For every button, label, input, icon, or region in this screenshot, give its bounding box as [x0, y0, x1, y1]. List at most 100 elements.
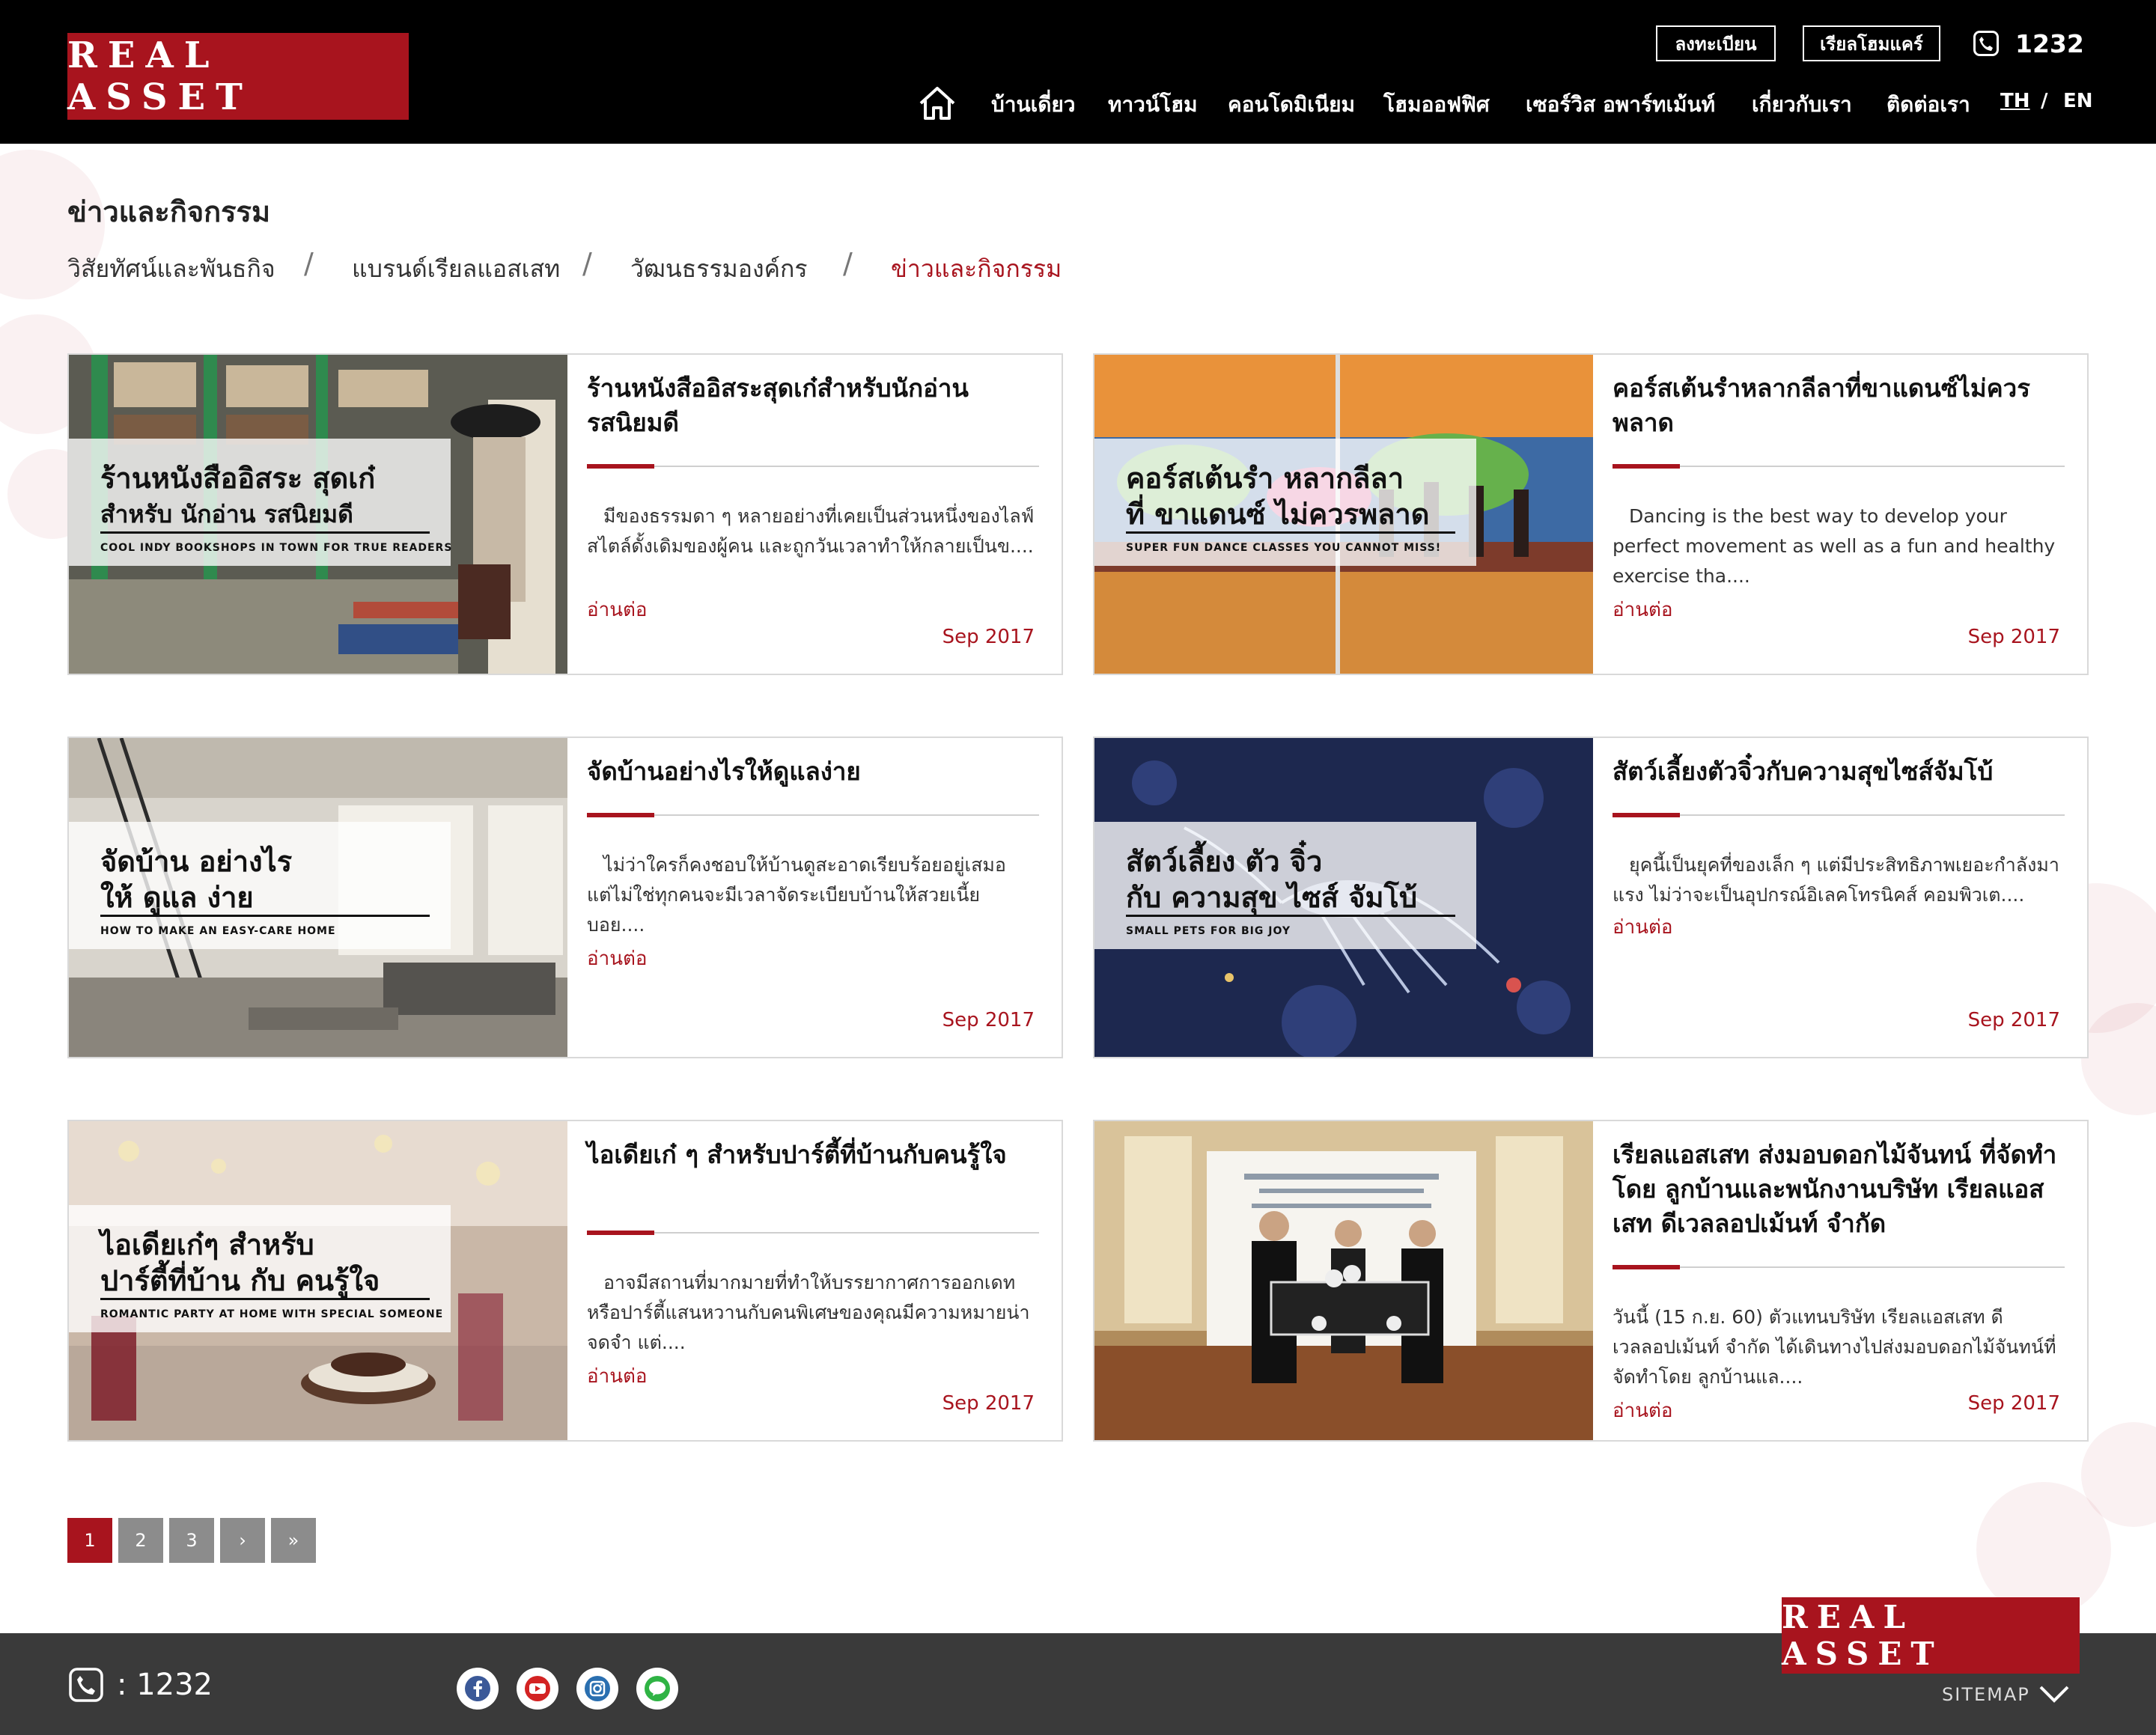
page-3-button[interactable]: 3	[169, 1518, 214, 1563]
article-date: Sep 2017	[1967, 1009, 2060, 1031]
nav-townhome[interactable]: ทาวน์โฮม	[1108, 88, 1198, 121]
image-caption-overlay: คอร์สเต้นรำ หลากลีลา ที่ ขาแดนซ์ ไม่ควรพ…	[1094, 439, 1476, 566]
article-image-home[interactable]: จัดบ้าน อย่างไร ให้ ดูแล ง่าย HOW TO MAK…	[69, 738, 567, 1057]
page-2-button[interactable]: 2	[118, 1518, 163, 1563]
home-icon[interactable]	[918, 85, 957, 121]
phone-icon	[1973, 31, 1999, 56]
article-excerpt: ไม่ว่าใครก็คงชอบให้บ้านดูสะอาดเรียบร้อยอ…	[587, 854, 1006, 936]
instagram-icon[interactable]	[576, 1668, 618, 1710]
image-caption-overlay: ร้านหนังสืออิสระ สุดเก๋ สำหรับ นักอ่าน ร…	[69, 439, 451, 566]
article-title[interactable]: เรียลแอสเสท ส่งมอบดอกไม้จันทน์ ที่จัดทำโ…	[1613, 1138, 2062, 1241]
phone-icon	[69, 1668, 103, 1702]
caption-line: ที่ ขาแดนซ์ ไม่ควรพลาด	[1126, 498, 1430, 531]
caption-divider	[1126, 531, 1455, 534]
article-image-pets[interactable]: สัตว์เลี้ยง ตัว จิ๋ว กับ ความสุข ไซส์ จั…	[1094, 738, 1593, 1057]
article-card[interactable]: จัดบ้าน อย่างไร ให้ ดูแล ง่าย HOW TO MAK…	[67, 737, 1063, 1058]
title-divider	[587, 464, 1039, 469]
title-divider	[1613, 813, 2065, 817]
lang-th[interactable]: TH	[2000, 90, 2030, 112]
nav-single-house[interactable]: บ้านเดี่ยว	[991, 88, 1076, 121]
article-date: Sep 2017	[942, 1009, 1035, 1031]
lang-separator: /	[2041, 90, 2048, 112]
nav-contact-us[interactable]: ติดต่อเรา	[1886, 88, 1970, 121]
image-caption-overlay: สัตว์เลี้ยง ตัว จิ๋ว กับ ความสุข ไซส์ จั…	[1094, 822, 1476, 949]
article-excerpt: มีของธรรมดา ๆ หลายอย่างที่เคยเป็นส่วนหนึ…	[587, 505, 1035, 557]
caption-line: ให้ ดูแล ง่าย	[100, 881, 254, 914]
title-divider	[1613, 1265, 2065, 1269]
article-title[interactable]: ไอเดียเก๋ ๆ สำหรับปาร์ตี้ที่บ้านกับคนรู้…	[587, 1138, 1036, 1172]
next-page-button[interactable]: ›	[220, 1518, 265, 1563]
image-caption-overlay: ไอเดียเก๋ๆ สำหรับ ปาร์ตี้ที่บ้าน กับ คนร…	[69, 1205, 451, 1332]
article-excerpt: วันนี้ (15 ก.ย. 60) ตัวแทนบริษัท เรียลแอ…	[1613, 1306, 2056, 1388]
caption-subtitle: COOL INDY BOOKSHOPS IN TOWN FOR TRUE REA…	[100, 542, 453, 554]
caption-line: สำหรับ นักอ่าน รสนิยมดี	[100, 500, 353, 528]
sitemap-link[interactable]: SITEMAP	[1942, 1684, 2030, 1705]
article-date: Sep 2017	[942, 1392, 1035, 1415]
nav-service-apartment[interactable]: เซอร์วิส อพาร์ทเม้นท์	[1526, 88, 1715, 121]
footer-phone[interactable]: : 1232	[69, 1668, 213, 1702]
nav-home-office[interactable]: โฮมออฟฟิศ	[1383, 88, 1490, 121]
article-title[interactable]: ร้านหนังสืออิสระสุดเก๋สำหรับนักอ่านรสนิย…	[587, 371, 1036, 440]
article-card[interactable]: สัตว์เลี้ยง ตัว จิ๋ว กับ ความสุข ไซส์ จั…	[1093, 737, 2089, 1058]
breadcrumb-culture[interactable]: วัฒนธรรมองค์กร	[630, 250, 808, 288]
caption-line: ปาร์ตี้ที่บ้าน กับ คนรู้ใจ	[100, 1264, 380, 1297]
article-image-dance[interactable]: คอร์สเต้นรำ หลากลีลา ที่ ขาแดนซ์ ไม่ควรพ…	[1094, 355, 1593, 674]
caption-divider	[1126, 915, 1455, 917]
article-card[interactable]: เรียลแอสเสท ส่งมอบดอกไม้จันทน์ ที่จัดทำโ…	[1093, 1120, 2089, 1442]
breadcrumb-separator: /	[304, 247, 314, 280]
article-image-bookshop[interactable]: ร้านหนังสืออิสระ สุดเก๋ สำหรับ นักอ่าน ร…	[69, 355, 567, 674]
header-phone[interactable]: 1232	[1973, 25, 2084, 61]
register-button[interactable]: ลงทะเบียน	[1656, 25, 1776, 61]
facebook-icon[interactable]	[457, 1668, 499, 1710]
title-divider	[587, 813, 1039, 817]
breadcrumb-separator: /	[582, 247, 592, 280]
article-date: Sep 2017	[1967, 626, 2060, 648]
article-card[interactable]: คอร์สเต้นรำ หลากลีลา ที่ ขาแดนซ์ ไม่ควรพ…	[1093, 353, 2089, 675]
article-card[interactable]: ร้านหนังสืออิสระ สุดเก๋ สำหรับ นักอ่าน ร…	[67, 353, 1063, 675]
breadcrumb-vision[interactable]: วิสัยทัศน์และพันธกิจ	[67, 250, 275, 288]
breadcrumb-news[interactable]: ข่าวและกิจกรรม	[891, 250, 1062, 288]
nav-about-us[interactable]: เกี่ยวกับเรา	[1752, 88, 1852, 121]
article-excerpt: ยุคนี้เป็นยุคที่ของเล็ก ๆ แต่มีประสิทธิภ…	[1613, 854, 2059, 906]
footer-logo[interactable]: REAL ASSET	[1782, 1597, 2080, 1674]
caption-line: ร้านหนังสืออิสระ สุดเก๋	[100, 462, 376, 495]
article-title[interactable]: สัตว์เลี้ยงตัวจิ๋วกับความสุขไซส์จัมโบ้	[1613, 754, 2062, 789]
line-icon[interactable]	[636, 1668, 678, 1710]
read-more-link[interactable]: อ่านต่อ	[587, 943, 648, 974]
read-more-link[interactable]: อ่านต่อ	[1613, 912, 1673, 942]
breadcrumb-brand[interactable]: แบรนด์เรียลแอสเสท	[352, 250, 560, 288]
read-more-link[interactable]: อ่านต่อ	[587, 1361, 648, 1391]
article-excerpt: Dancing is the best way to develop your …	[1613, 505, 2056, 587]
page-title: ข่าวและกิจกรรม	[67, 195, 270, 228]
article-excerpt: อาจมีสถานที่มากมายที่ทำให้บรรยากาศการออก…	[587, 1272, 1030, 1353]
caption-divider	[100, 531, 430, 534]
article-date: Sep 2017	[942, 626, 1035, 648]
article-title[interactable]: คอร์สเต้นรำหลากลีลาที่ขาแดนซ์ไม่ควรพลาด	[1613, 371, 2062, 440]
article-image-party[interactable]: ไอเดียเก๋ๆ สำหรับ ปาร์ตี้ที่บ้าน กับ คนร…	[69, 1121, 567, 1440]
last-page-button[interactable]: »	[271, 1518, 316, 1563]
caption-subtitle: HOW TO MAKE AN EASY-CARE HOME	[100, 925, 336, 937]
caption-divider	[100, 1298, 430, 1300]
homecare-button[interactable]: เรียลโฮมแคร์	[1803, 25, 1940, 61]
caption-divider	[100, 915, 430, 917]
read-more-link[interactable]: อ่านต่อ	[1613, 1395, 1673, 1426]
image-caption-overlay: จัดบ้าน อย่างไร ให้ ดูแล ง่าย HOW TO MAK…	[69, 822, 451, 949]
logo[interactable]: REAL ASSET	[67, 33, 409, 120]
nav-condominium[interactable]: คอนโดมิเนียม	[1228, 88, 1355, 121]
article-card[interactable]: ไอเดียเก๋ๆ สำหรับ ปาร์ตี้ที่บ้าน กับ คนร…	[67, 1120, 1063, 1442]
lang-en[interactable]: EN	[2063, 90, 2093, 112]
caption-line: กับ ความสุข ไซส์ จัมโบ้	[1126, 881, 1418, 914]
caption-subtitle: SMALL PETS FOR BIG JOY	[1126, 925, 1291, 937]
footer-phone-number: : 1232	[117, 1668, 213, 1702]
title-divider	[1613, 464, 2065, 469]
page-1-button[interactable]: 1	[67, 1518, 112, 1563]
breadcrumb-separator: /	[843, 247, 853, 280]
caption-subtitle: ROMANTIC PARTY AT HOME WITH SPECIAL SOME…	[100, 1308, 444, 1320]
read-more-link[interactable]: อ่านต่อ	[1613, 594, 1673, 625]
article-title[interactable]: จัดบ้านอย่างไรให้ดูแลง่าย	[587, 754, 1036, 789]
caption-subtitle: SUPER FUN DANCE CLASSES YOU CANNOT MISS!	[1126, 542, 1442, 554]
read-more-link[interactable]: อ่านต่อ	[587, 594, 648, 625]
youtube-icon[interactable]	[517, 1668, 558, 1710]
article-image-ceremony[interactable]	[1094, 1121, 1593, 1440]
chevron-down-icon[interactable]	[2038, 1683, 2071, 1705]
